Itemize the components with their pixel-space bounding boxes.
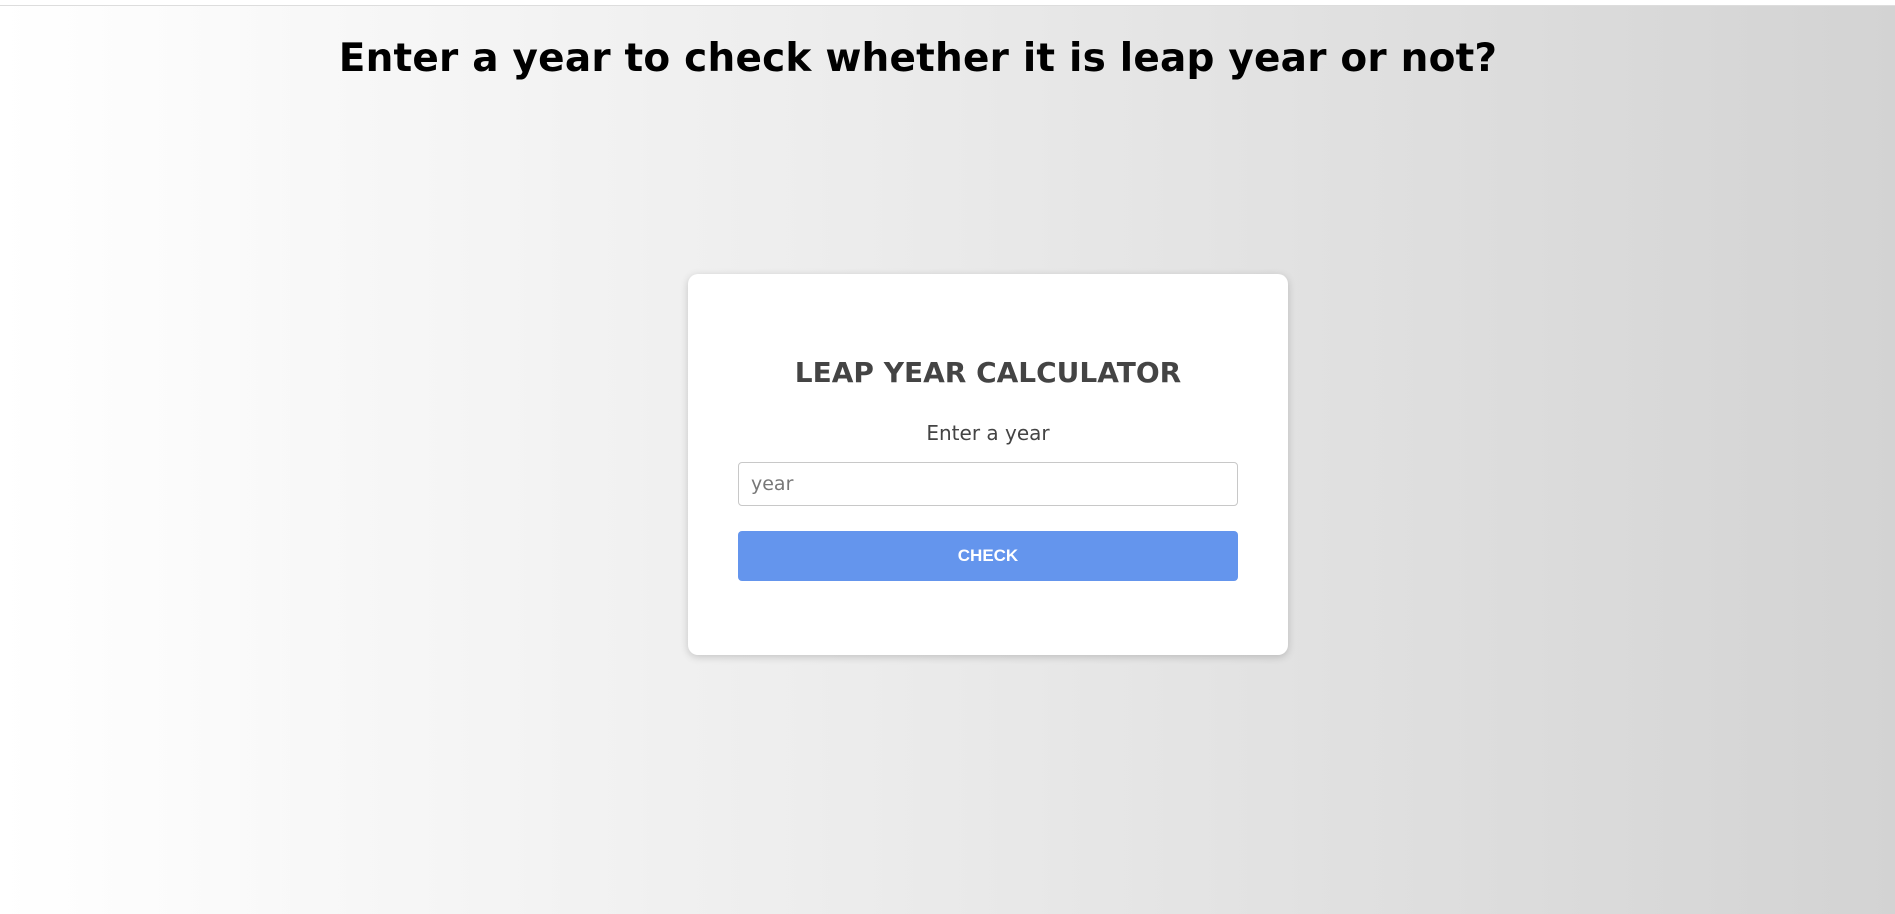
page-heading: Enter a year to check whether it is leap… bbox=[338, 36, 1498, 81]
browser-top-border bbox=[0, 0, 1895, 6]
year-input[interactable] bbox=[738, 462, 1238, 506]
calculator-card: LEAP YEAR CALCULATOR Enter a year CHECK bbox=[688, 274, 1288, 655]
calculator-title: LEAP YEAR CALCULATOR bbox=[794, 356, 1182, 389]
year-label: Enter a year bbox=[926, 421, 1050, 445]
check-button[interactable]: CHECK bbox=[738, 531, 1238, 581]
